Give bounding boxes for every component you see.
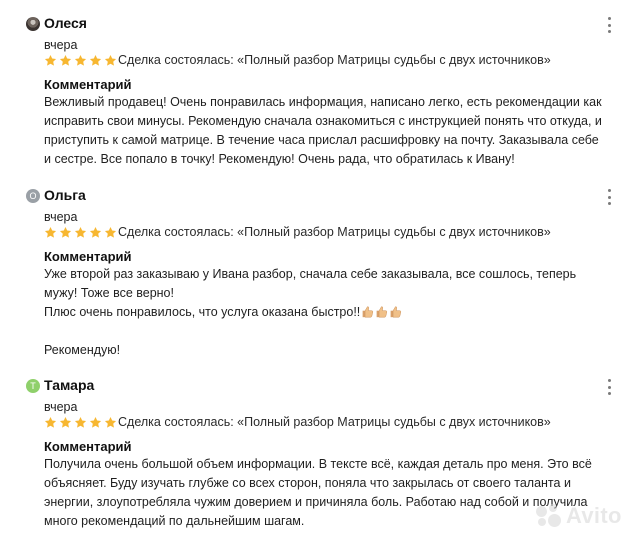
comment-line (44, 322, 618, 341)
star-icon (59, 54, 72, 66)
avatar[interactable]: О (26, 189, 40, 203)
review-date: вчера (44, 400, 78, 414)
star-icon (59, 416, 72, 428)
star-icon (74, 54, 87, 66)
star-icon (89, 226, 102, 238)
star-icon (74, 226, 87, 238)
comment-line: приступить к самой матрице. В течение ча… (44, 133, 599, 147)
comment-line: Плюс очень понравилось, что услуга оказа… (44, 305, 361, 319)
comment-line: много рекомендаций по дальнейшим шагам. (44, 514, 305, 528)
comment-line: и сестре. Все попало в точку! Рекомендую… (44, 152, 515, 166)
review-date: вчера (44, 38, 78, 52)
review-date: вчера (44, 210, 78, 224)
star-icon (74, 416, 87, 428)
comment-text: Вежливый продавец! Очень понравилась инф… (44, 93, 618, 169)
deal-info: Сделка состоялась: «Полный разбор Матриц… (118, 415, 551, 429)
star-icon (104, 226, 117, 238)
comment-title: Комментарий (44, 439, 132, 454)
star-icon (89, 54, 102, 66)
comment-line: энергии, злоупотребляла чужим доверием и… (44, 495, 588, 509)
comment-line: Рекомендую! (44, 343, 121, 357)
comment-line: Уже второй раз заказываю у Ивана разбор,… (44, 267, 577, 281)
rating-stars (44, 54, 117, 68)
star-icon (59, 226, 72, 238)
comment-title: Комментарий (44, 249, 132, 264)
watermark-text: Avito (566, 503, 622, 528)
comment-line-with-emoji: Плюс очень понравилось, что услуга оказа… (44, 303, 618, 322)
watermark: Avito (536, 503, 622, 529)
vertical-ellipsis-icon[interactable] (606, 16, 612, 34)
thumbs-up-emoji (362, 306, 374, 318)
comment-line: Вежливый продавец! Очень понравилась инф… (44, 95, 602, 109)
thumbs-up-emoji (376, 306, 388, 318)
comment-line: Получила очень большой объем информации.… (44, 457, 592, 471)
comment-line: исправить свои минусы. Рекомендую сначал… (44, 114, 602, 128)
comment-line: объясняет. Буду изучать глубже со всех с… (44, 476, 571, 490)
vertical-ellipsis-icon[interactable] (606, 188, 612, 206)
star-icon (104, 54, 117, 66)
author-name[interactable]: Тамара (44, 376, 94, 394)
star-icon (89, 416, 102, 428)
comment-text: Уже второй раз заказываю у Ивана разбор,… (44, 265, 618, 360)
rating-stars (44, 416, 117, 430)
comment-title: Комментарий (44, 77, 132, 92)
star-icon (104, 416, 117, 428)
comment-text: Получила очень большой объем информации.… (44, 455, 618, 531)
author-name[interactable]: Олеся (44, 14, 87, 32)
star-icon (44, 226, 57, 238)
avito-logo-icon (536, 504, 562, 528)
avatar[interactable] (26, 17, 40, 31)
author-name[interactable]: Ольга (44, 186, 86, 204)
deal-info: Сделка состоялась: «Полный разбор Матриц… (118, 53, 551, 67)
vertical-ellipsis-icon[interactable] (606, 378, 612, 396)
deal-info: Сделка состоялась: «Полный разбор Матриц… (118, 225, 551, 239)
star-icon (44, 416, 57, 428)
rating-stars (44, 226, 117, 240)
star-icon (44, 54, 57, 66)
comment-line: мужу! Тоже все верно! (44, 286, 174, 300)
avatar[interactable]: Т (26, 379, 40, 393)
thumbs-up-emoji (390, 306, 402, 318)
